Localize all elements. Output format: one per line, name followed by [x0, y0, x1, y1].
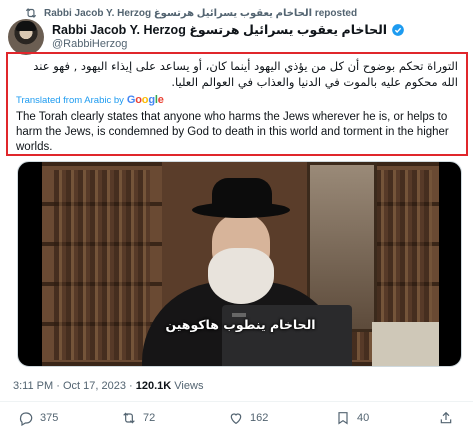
translation-notice: Translated from Arabic by Google — [16, 94, 164, 106]
repost-button[interactable]: 72 — [121, 410, 155, 426]
repost-count: 72 — [143, 412, 156, 424]
video-frame: الحاخام ينطوب هاكوهين — [42, 162, 439, 366]
bookmark-button[interactable]: 40 — [335, 410, 369, 426]
reply-count: 375 — [40, 412, 59, 424]
repost-label: Rabbi Jacob Y. Herzog الحاخام يعقوب يسرا… — [44, 7, 358, 19]
video-player[interactable]: الحاخام ينطوب هاكوهين — [17, 161, 462, 367]
repost-indicator[interactable]: Rabbi Jacob Y. Herzog الحاخام يعقوب يسرا… — [24, 6, 357, 20]
translated-from-link[interactable]: Translated from Arabic by — [16, 95, 124, 106]
repost-icon — [25, 8, 37, 18]
post-meta: 3:11 PM · Oct 17, 2023 · 120.1K Views — [13, 380, 204, 392]
views-label: Views — [174, 380, 204, 392]
divider — [0, 401, 473, 402]
post-text-arabic: التوراة تحكم بوضوح أن كل من يؤذي اليهود … — [33, 59, 458, 89]
verified-badge-icon — [392, 24, 404, 37]
views-count: 120.1K — [135, 380, 172, 392]
like-count: 162 — [250, 412, 269, 424]
video-subtitle: الحاخام ينطوب هاكوهين — [165, 317, 316, 332]
reply-button[interactable]: 375 — [18, 410, 58, 426]
heart-icon — [230, 413, 242, 425]
highlighted-post-text: التوراة تحكم بوضوح أن كل من يؤذي اليهود … — [6, 52, 468, 156]
post-time[interactable]: 3:11 PM — [13, 380, 53, 392]
bookmark-count: 40 — [357, 412, 370, 424]
google-logo: Google — [126, 94, 164, 106]
reply-icon — [19, 412, 33, 426]
bookmark-icon — [338, 412, 348, 425]
post-header: Rabbi Jacob Y. Herzog الحاخام يعقوب يسرا… — [8, 19, 405, 55]
action-bar: 375 72 162 40 — [0, 410, 473, 432]
like-button[interactable]: 162 — [228, 410, 268, 426]
author-name[interactable]: Rabbi Jacob Y. Herzog الحاخام يعقوب يسرا… — [52, 23, 387, 38]
share-button[interactable] — [438, 410, 454, 426]
post-text-english: The Torah clearly states that anyone who… — [16, 111, 449, 153]
post-date[interactable]: Oct 17, 2023 — [63, 380, 126, 392]
avatar[interactable] — [8, 19, 44, 55]
share-icon — [440, 411, 452, 424]
author-handle[interactable]: @RabbiHerzog — [52, 38, 405, 51]
repost-action-icon — [123, 412, 135, 424]
